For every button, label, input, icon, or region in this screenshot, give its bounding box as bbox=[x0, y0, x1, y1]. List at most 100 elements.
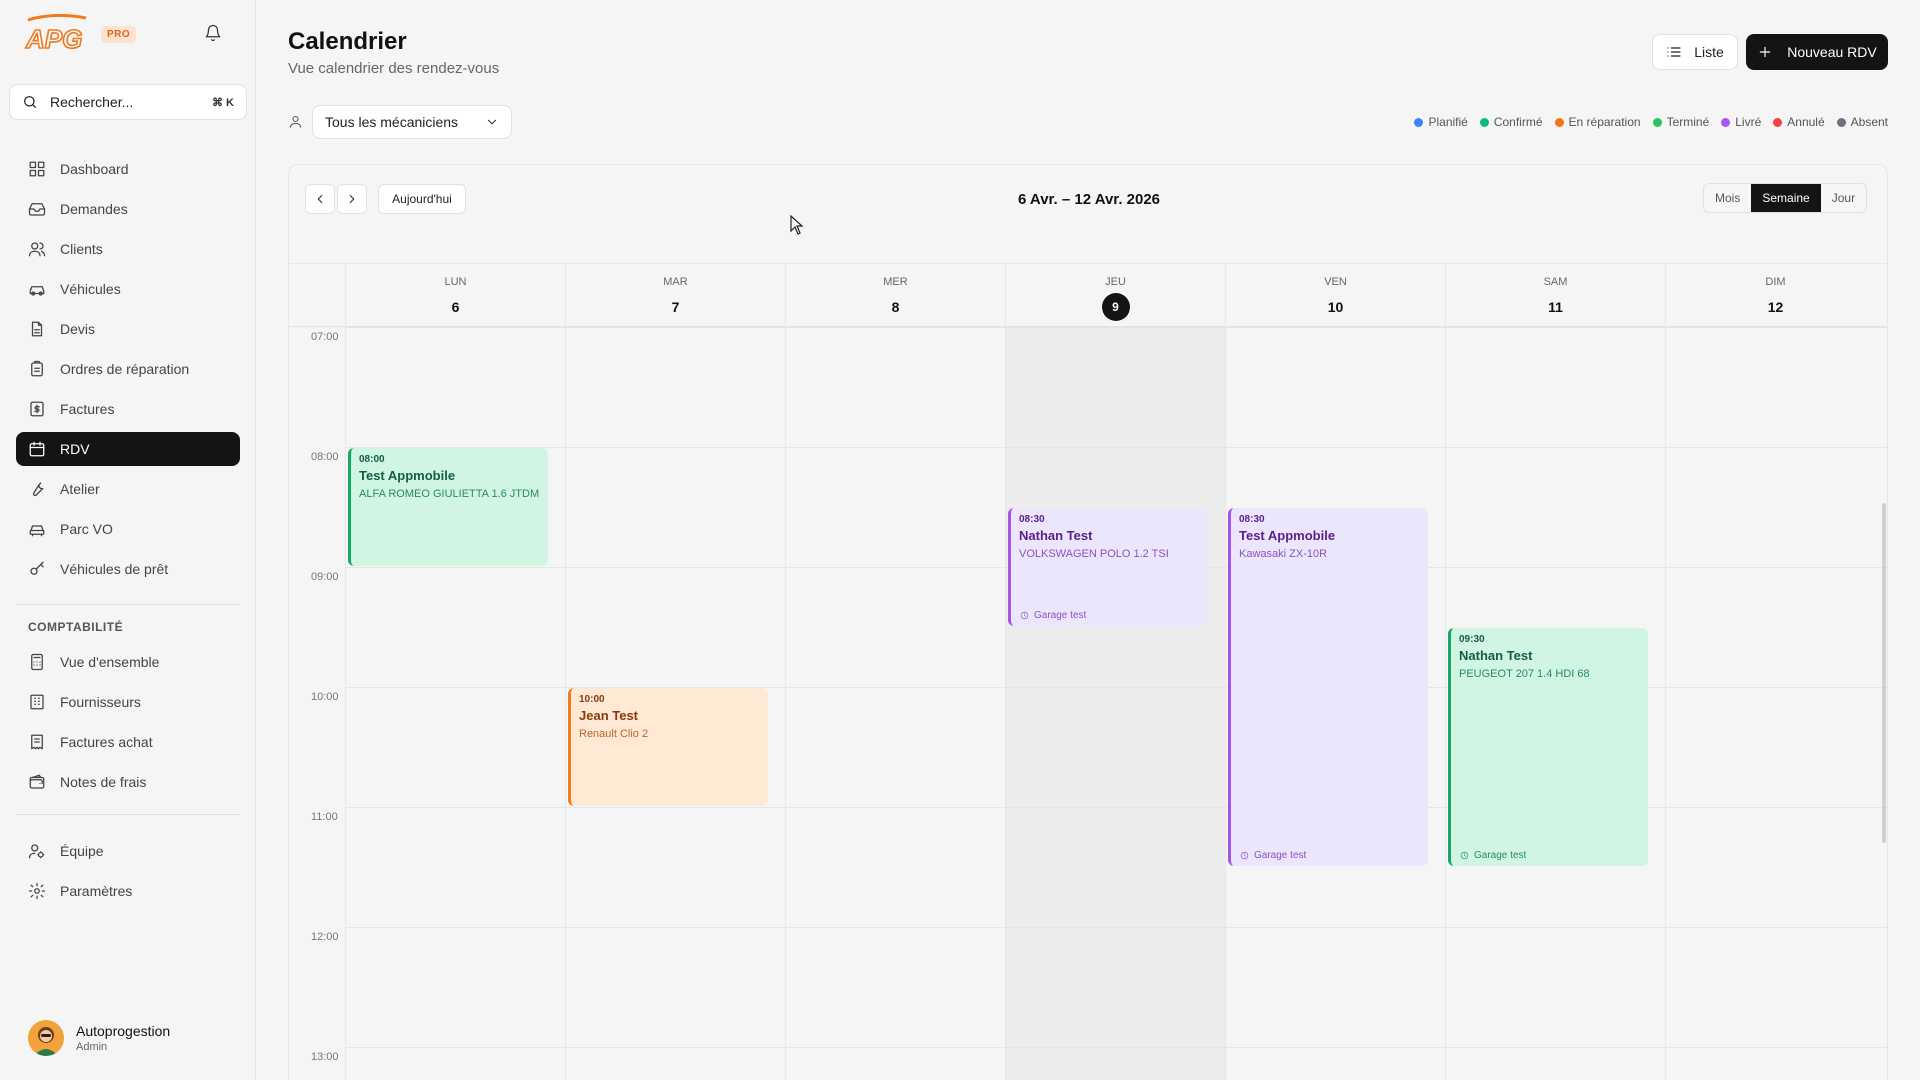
sidebar-item-label: Factures bbox=[60, 401, 115, 417]
appointment-card[interactable]: 09:30 Nathan Test PEUGEOT 207 1.4 HDI 68… bbox=[1448, 628, 1648, 866]
sidebar-item-factures[interactable]: Factures bbox=[16, 392, 240, 426]
day-header-mar[interactable]: MAR 7 bbox=[565, 264, 785, 328]
plus-icon bbox=[1757, 44, 1773, 60]
status-dot-icon bbox=[1414, 117, 1424, 127]
calculator-icon bbox=[28, 653, 46, 671]
users-icon bbox=[28, 240, 46, 258]
search-shortcut: ⌘ K bbox=[212, 96, 234, 109]
day-header-dim[interactable]: DIM 12 bbox=[1665, 264, 1885, 328]
hour-line bbox=[345, 327, 1887, 328]
sidebar-item-dashboard[interactable]: Dashboard bbox=[16, 152, 240, 186]
mechanic-select[interactable]: Tous les mécaniciens bbox=[312, 105, 512, 139]
view-semaine[interactable]: Semaine bbox=[1751, 184, 1821, 212]
sidebar-item-notes-de-frais[interactable]: Notes de frais bbox=[16, 765, 240, 799]
sidebar-item-label: Demandes bbox=[60, 201, 128, 217]
dashboard-icon bbox=[28, 160, 46, 178]
mouse-cursor-icon bbox=[790, 215, 804, 235]
key-icon bbox=[28, 560, 46, 578]
sidebar-item-vehicules[interactable]: Véhicules bbox=[16, 272, 240, 306]
appointment-vehicle: VOLKSWAGEN POLO 1.2 TSI bbox=[1019, 548, 1169, 560]
day-name: MAR bbox=[663, 276, 688, 288]
apg-logo[interactable]: APG bbox=[24, 14, 96, 52]
hour-line bbox=[345, 447, 1887, 448]
legend-item: Terminé bbox=[1652, 115, 1709, 129]
sidebar-item-equipe[interactable]: Équipe bbox=[16, 834, 240, 868]
day-header-sam[interactable]: SAM 11 bbox=[1445, 264, 1665, 328]
day-column[interactable] bbox=[345, 327, 565, 1080]
day-header-mer[interactable]: MER 8 bbox=[785, 264, 1005, 328]
sidebar-item-label: Équipe bbox=[60, 843, 104, 859]
invoice-icon bbox=[28, 400, 46, 418]
sidebar-item-label: Dashboard bbox=[60, 161, 129, 177]
sidebar-item-label: Paramètres bbox=[60, 883, 133, 899]
legend-label: Absent bbox=[1850, 115, 1888, 129]
sidebar-item-vehicules-de-pret[interactable]: Véhicules de prêt bbox=[16, 552, 240, 586]
legend-item: Livré bbox=[1721, 115, 1761, 129]
appointment-client: Test Appmobile bbox=[1239, 528, 1336, 543]
day-column[interactable] bbox=[1005, 327, 1225, 1080]
appointment-card[interactable]: 10:00 Jean Test Renault Clio 2 bbox=[568, 688, 768, 806]
view-mois[interactable]: Mois bbox=[1704, 184, 1751, 212]
appointment-card[interactable]: 08:30 Nathan Test VOLKSWAGEN POLO 1.2 TS… bbox=[1008, 508, 1208, 626]
sidebar-item-parametres[interactable]: Paramètres bbox=[16, 874, 240, 908]
time-grid[interactable]: 07:00 08:00 09:00 10:00 11:00 12:00 13:00 08:00… bbox=[289, 327, 1887, 1080]
sidebar-item-label: Notes de frais bbox=[60, 774, 147, 790]
appointment-card[interactable]: 08:00 Test Appmobile ALFA ROMEO GIULIETT… bbox=[348, 448, 548, 566]
hour-line bbox=[345, 1047, 1887, 1048]
status-legend: Planifié Confirmé En réparation Terminé Livr… bbox=[1414, 115, 1888, 129]
day-number: 10 bbox=[1327, 299, 1344, 315]
day-number: 12 bbox=[1767, 299, 1784, 315]
day-header-jeu[interactable]: JEU 9 bbox=[1005, 264, 1225, 328]
status-dot-icon bbox=[1836, 117, 1846, 127]
search-box[interactable]: ⌘ K bbox=[9, 84, 247, 120]
user-name: Autoprogestion bbox=[76, 1023, 171, 1039]
time-label: 13:00 bbox=[311, 1051, 339, 1063]
user-profile[interactable]: Autoprogestion Admin bbox=[28, 1020, 170, 1056]
day-header-lun[interactable]: LUN 6 bbox=[345, 264, 565, 328]
sidebar-item-ordres-de-reparation[interactable]: Ordres de réparation bbox=[16, 352, 240, 386]
list-icon bbox=[1666, 44, 1682, 60]
status-dot-icon bbox=[1652, 117, 1662, 127]
appointment-time: 08:30 bbox=[1019, 514, 1045, 525]
sidebar-item-devis[interactable]: Devis bbox=[16, 312, 240, 346]
legend-item: Annulé bbox=[1773, 115, 1825, 129]
appointment-vehicle: Kawasaki ZX-10R bbox=[1239, 548, 1328, 560]
appointment-time: 10:00 bbox=[579, 694, 605, 705]
sidebar-item-label: Parc VO bbox=[60, 521, 113, 537]
status-dot-icon bbox=[1479, 117, 1489, 127]
legend-label: Annulé bbox=[1787, 115, 1825, 129]
sidebar-item-factures-achat[interactable]: Factures achat bbox=[16, 725, 240, 759]
page-subtitle: Vue calendrier des rendez-vous bbox=[288, 60, 500, 77]
sidebar-item-parc-vo[interactable]: Parc VO bbox=[16, 512, 240, 546]
search-input[interactable] bbox=[50, 94, 200, 110]
day-column[interactable] bbox=[785, 327, 1005, 1080]
appointment-client: Nathan Test bbox=[1019, 528, 1093, 543]
sidebar-item-atelier[interactable]: Atelier bbox=[16, 472, 240, 506]
bell-icon[interactable] bbox=[204, 24, 222, 42]
appointment-card[interactable]: 08:30 Test Appmobile Kawasaki ZX-10R Gar… bbox=[1228, 508, 1428, 866]
sidebar-item-fournisseurs[interactable]: Fournisseurs bbox=[16, 685, 240, 719]
scrollbar[interactable] bbox=[1882, 503, 1886, 843]
appointment-time: 08:00 bbox=[359, 454, 385, 465]
clipboard-icon bbox=[28, 360, 46, 378]
view-jour[interactable]: Jour bbox=[1821, 184, 1866, 212]
garage-label: Garage test bbox=[1254, 850, 1307, 861]
day-header-ven[interactable]: VEN 10 bbox=[1225, 264, 1445, 328]
user-icon bbox=[288, 114, 303, 129]
sidebar-item-label: Clients bbox=[60, 241, 103, 257]
sidebar-item-vue-d-ensemble[interactable]: Vue d'ensemble bbox=[16, 645, 240, 679]
day-column[interactable] bbox=[1665, 327, 1885, 1080]
garage-label: Garage test bbox=[1474, 850, 1527, 861]
wrench-icon bbox=[28, 480, 46, 498]
day-name: VEN bbox=[1324, 276, 1347, 288]
day-name: DIM bbox=[1765, 276, 1786, 288]
list-view-button[interactable]: Liste bbox=[1652, 34, 1738, 70]
hour-line bbox=[345, 807, 1887, 808]
main-nav: Dashboard Demandes Clients Véhicules Dev… bbox=[16, 152, 240, 592]
sidebar-item-rdv[interactable]: RDV bbox=[16, 432, 240, 466]
wallet-icon bbox=[28, 773, 46, 791]
new-rdv-button[interactable]: Nouveau RDV bbox=[1746, 34, 1888, 70]
inbox-icon bbox=[28, 200, 46, 218]
sidebar-item-demandes[interactable]: Demandes bbox=[16, 192, 240, 226]
sidebar-item-clients[interactable]: Clients bbox=[16, 232, 240, 266]
